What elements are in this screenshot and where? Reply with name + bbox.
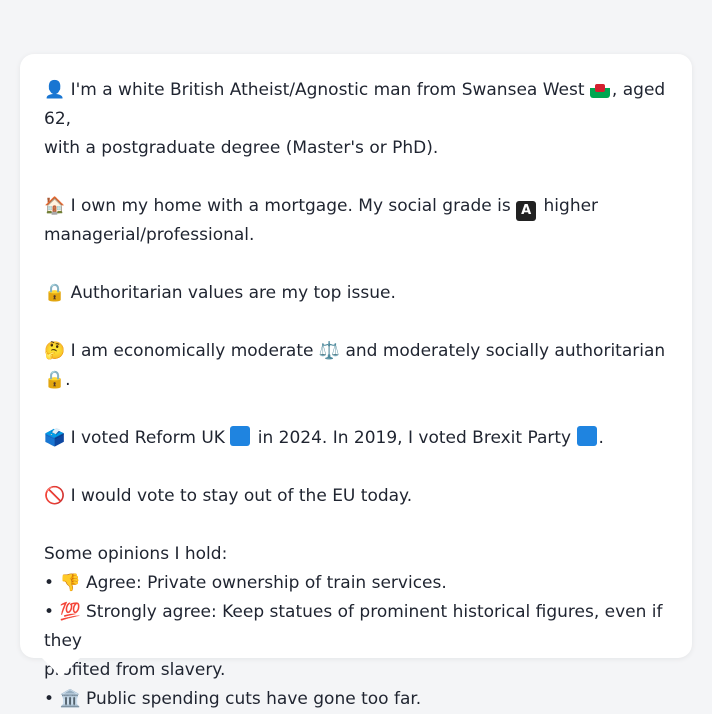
housing-grade-label: managerial/professional. — [44, 225, 255, 245]
list-item: • 🏛️ Public spending cuts have gone too … — [44, 685, 668, 714]
bullet: • — [44, 602, 55, 622]
bullet: • — [44, 689, 55, 709]
eu-stance-text: I would vote to stay out of the EU today… — [70, 486, 413, 506]
wales-flag-icon — [589, 78, 610, 98]
list-item: • 👎 Agree: Private ownership of train se… — [44, 569, 668, 598]
no-entry-icon: 🚫 — [44, 486, 66, 506]
person-icon: 👤 — [44, 80, 66, 100]
persona-eu-stance: 🚫 I would vote to stay out of the EU tod… — [44, 482, 668, 511]
bullet: • — [44, 573, 55, 593]
scales-icon: ⚖️ — [318, 341, 341, 361]
persona-message-bubble: 👤 I'm a white British Atheist/Agnostic m… — [20, 54, 692, 709]
persona-ideology: 🤔 I am economically moderate ⚖️ and mode… — [44, 337, 668, 395]
opinion-text-continued: profited from slavery. — [44, 660, 226, 680]
persona-voting: 🗳️ I voted Reform UK in 2024. In 2019, I… — [44, 424, 668, 453]
thumbs-down-icon: 👎 — [59, 573, 81, 593]
lock-icon: 🔒 — [44, 370, 66, 390]
opinion-text: Agree: Private ownership of train servic… — [86, 573, 447, 593]
opinion-text: Strongly agree: Keep statues of prominen… — [44, 602, 663, 651]
persona-top-issue: 🔒 Authoritarian values are my top issue. — [44, 279, 668, 308]
lock-icon: 🔒 — [44, 283, 66, 303]
blue-square-icon — [230, 426, 251, 446]
opinion-text: Public spending cuts have gone too far. — [86, 689, 422, 709]
housing-grade-text: higher — [543, 196, 599, 216]
persona-identity: 👤 I'm a white British Atheist/Agnostic m… — [44, 76, 668, 163]
identity-text: I'm a white British Atheist/Agnostic man… — [70, 80, 585, 100]
opinions-heading: Some opinions I hold: — [44, 544, 228, 564]
hundred-points-icon: 💯 — [59, 602, 81, 622]
ideology-economic-text: I am economically moderate — [70, 341, 314, 361]
ideology-period: . — [65, 370, 71, 390]
ballot-box-icon: 🗳️ — [44, 428, 66, 448]
home-icon: 🏠 — [44, 196, 66, 216]
vote-period: . — [598, 428, 604, 448]
ideology-social-text: and moderately socially authoritarian — [345, 341, 666, 361]
persona-housing: 🏠 I own my home with a mortgage. My soci… — [44, 192, 668, 250]
persona-opinions: Some opinions I hold: • 👎 Agree: Private… — [44, 540, 668, 714]
bubble-tail — [41, 657, 81, 677]
blue-square-icon — [576, 426, 597, 446]
thinking-icon: 🤔 — [44, 341, 66, 361]
top-issue-text: Authoritarian values are my top issue. — [70, 283, 396, 303]
housing-text: I own my home with a mortgage. My social… — [70, 196, 511, 216]
grade-a-badge-icon: A — [516, 201, 537, 221]
vote-2024-text: I voted Reform UK — [70, 428, 225, 448]
vote-2019-text: in 2024. In 2019, I voted Brexit Party — [257, 428, 572, 448]
list-item: • 💯 Strongly agree: Keep statues of prom… — [44, 598, 668, 656]
identity-education: with a postgraduate degree (Master's or … — [44, 138, 439, 158]
classical-building-icon: 🏛️ — [59, 689, 81, 709]
